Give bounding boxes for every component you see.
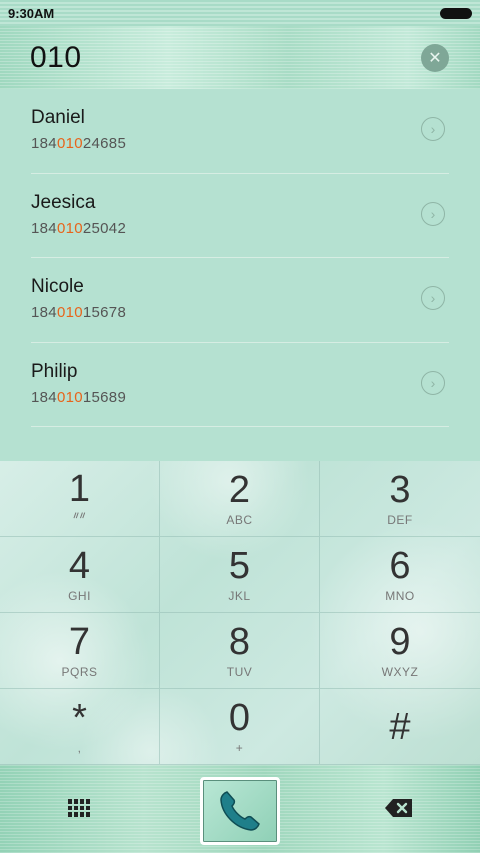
phone-icon	[220, 791, 260, 831]
number-match: 010	[56, 219, 83, 237]
call-button[interactable]	[200, 777, 280, 845]
key-8[interactable]: 8 TUV	[160, 613, 320, 689]
key-letters: ,	[77, 740, 82, 755]
contact-name: Daniel	[31, 107, 85, 128]
chevron-right-icon[interactable]: ›	[421, 201, 445, 226]
key-letters: ABC	[226, 512, 253, 527]
clear-icon: ✕	[428, 50, 442, 67]
key-4[interactable]: 4 GHI	[0, 537, 160, 613]
key-digit: 5	[228, 544, 251, 587]
key-letters: PQRS	[61, 664, 98, 679]
contact-row[interactable]: Jeesica 18401025042 ›	[31, 174, 449, 258]
number-match: 010	[56, 135, 83, 152]
dialpad-icon[interactable]	[68, 799, 90, 817]
contact-name: Philip	[31, 360, 78, 382]
contact-row[interactable]: Philip 18401015689 ›	[31, 343, 449, 427]
number-match: 010	[56, 304, 83, 321]
contact-number: 18401024685	[31, 135, 127, 152]
key-letters: WXYZ	[381, 664, 419, 679]
key-7[interactable]: 7 PQRS	[0, 613, 160, 689]
contact-number: 18401015678	[31, 304, 127, 321]
key-digit: 3	[389, 468, 411, 511]
contact-name: Nicole	[31, 276, 84, 297]
clear-button[interactable]: ✕	[421, 44, 449, 72]
key-digit: *	[72, 696, 87, 739]
key-digit: #	[389, 705, 411, 748]
key-digit: 8	[228, 620, 251, 663]
key-1[interactable]: 1 ᐥᐥ	[0, 461, 160, 537]
contact-row[interactable]: Nicole 18401015678 ›	[31, 258, 449, 343]
key-digit: 4	[68, 544, 91, 587]
key-digit: 1	[68, 468, 91, 510]
contact-number: 18401025042	[31, 219, 127, 237]
key-pound[interactable]: #	[320, 689, 480, 765]
key-digit: 9	[389, 620, 411, 663]
key-6[interactable]: 6 MNO	[320, 537, 480, 613]
key-letters: +	[235, 740, 244, 755]
status-time: 9:30AM	[8, 5, 55, 21]
key-letters: MNO	[385, 588, 415, 603]
chevron-right-icon[interactable]: ›	[421, 370, 445, 395]
dial-number-display[interactable]: 010	[30, 41, 82, 75]
key-digit: 7	[68, 620, 91, 663]
key-letters: JKL	[228, 588, 251, 603]
key-9[interactable]: 9 WXYZ	[320, 613, 480, 689]
dial-header: 010 ✕	[0, 26, 480, 89]
key-digit: 6	[389, 544, 411, 587]
contact-row[interactable]: Daniel 18401024685 ›	[31, 89, 449, 174]
status-bar: 9:30AM	[0, 0, 480, 26]
key-2[interactable]: 2 ABC	[160, 461, 320, 537]
key-3[interactable]: 3 DEF	[320, 461, 480, 537]
key-star[interactable]: * ,	[0, 689, 160, 765]
key-letters: DEF	[387, 512, 413, 527]
key-letters: TUV	[226, 664, 253, 679]
number-match: 010	[56, 388, 83, 406]
backspace-icon[interactable]	[384, 797, 414, 819]
key-5[interactable]: 5 JKL	[160, 537, 320, 613]
contact-list: Daniel 18401024685 › Jeesica 18401025042…	[0, 89, 480, 461]
key-digit: 0	[228, 696, 251, 739]
battery-icon	[440, 7, 472, 19]
keypad: 1 ᐥᐥ 2 ABC 3 DEF 4 GHI 5 JKL 6 MNO 7 PQR…	[0, 461, 480, 765]
chevron-right-icon[interactable]: ›	[421, 286, 445, 310]
key-0[interactable]: 0 +	[160, 689, 320, 765]
chevron-right-icon[interactable]: ›	[421, 117, 445, 141]
contact-number: 18401015689	[31, 388, 127, 406]
contact-name: Jeesica	[31, 191, 96, 213]
voicemail-icon: ᐥᐥ	[72, 510, 87, 526]
key-letters: GHI	[68, 588, 91, 603]
key-digit: 2	[228, 468, 251, 511]
